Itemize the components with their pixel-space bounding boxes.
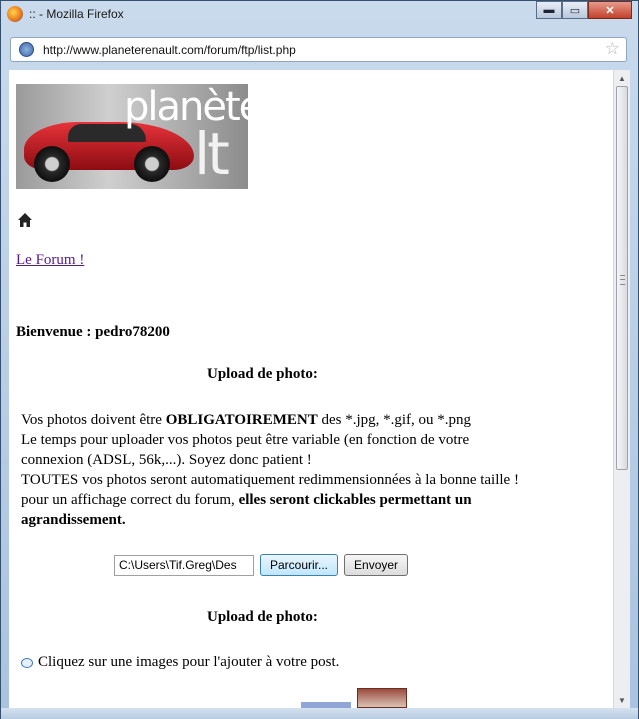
vertical-scrollbar[interactable]: ▲ ▼ — [613, 70, 630, 708]
file-path-input[interactable]: C:\Users\Tif.Greg\Des — [114, 554, 254, 576]
browse-button[interactable]: Parcourir... — [260, 554, 339, 576]
info-line1-bold: OBLIGATOIREMENT — [165, 412, 318, 428]
info-line1-post: des *.jpg, *.gif, ou *.png — [317, 412, 472, 428]
home-icon[interactable] — [17, 212, 33, 228]
banner-text-top: planète — [124, 84, 248, 130]
welcome-text: Bienvenue : pedro78200 — [16, 324, 170, 340]
close-button[interactable]: ✕ — [588, 1, 632, 19]
car-wheel — [134, 146, 170, 182]
grip-icon — [620, 275, 625, 285]
site-identity-icon[interactable] — [19, 42, 34, 57]
url-text[interactable]: http://www.planeterenault.com/forum/ftp/… — [43, 43, 296, 57]
browser-window: :: - Mozilla Firefox ▬ ▭ ✕ http://www.pl… — [0, 0, 639, 719]
speech-bubble-icon — [21, 657, 33, 668]
minimize-button[interactable]: ▬ — [536, 1, 562, 19]
banner-text-bottom: lt — [194, 120, 230, 188]
info-line2: Le temps pour uploader vos photos peut ê… — [21, 432, 470, 468]
window-title: :: - Mozilla Firefox — [29, 7, 124, 21]
upload-instructions: Vos photos doivent être OBLIGATOIREMENT … — [21, 410, 521, 530]
title-bar[interactable]: :: - Mozilla Firefox ▬ ▭ ✕ — [1, 1, 638, 29]
upload-form: C:\Users\Tif.Greg\Des Parcourir... Envoy… — [114, 553, 409, 577]
tip-label: Cliquez sur une images pour l'ajouter à … — [38, 654, 340, 670]
scroll-up-arrow-icon[interactable]: ▲ — [614, 70, 630, 86]
window-controls: ▬ ▭ ✕ — [536, 1, 632, 19]
car-wheel — [34, 146, 70, 182]
photo-thumbnail[interactable] — [357, 688, 407, 708]
forum-link[interactable]: Le Forum ! — [16, 252, 84, 269]
address-bar[interactable]: http://www.planeterenault.com/forum/ftp/… — [10, 37, 627, 62]
tip-text: Cliquez sur une images pour l'ajouter à … — [21, 654, 339, 671]
scrollbar-thumb[interactable] — [616, 86, 628, 470]
site-banner: planète lt — [16, 84, 248, 189]
firefox-icon — [7, 6, 23, 22]
page-viewport: planète lt Le Forum ! Bienvenue : pedro7… — [9, 70, 613, 708]
upload-heading-2: Upload de photo: — [207, 609, 318, 625]
scroll-down-arrow-icon[interactable]: ▼ — [614, 692, 630, 708]
bookmark-star-icon[interactable]: ☆ — [605, 39, 620, 59]
maximize-button[interactable]: ▭ — [562, 1, 588, 19]
upload-heading: Upload de photo: — [207, 366, 318, 382]
send-button[interactable]: Envoyer — [344, 554, 409, 576]
status-bar — [1, 708, 638, 719]
info-line1-pre: Vos photos doivent être — [21, 412, 166, 428]
